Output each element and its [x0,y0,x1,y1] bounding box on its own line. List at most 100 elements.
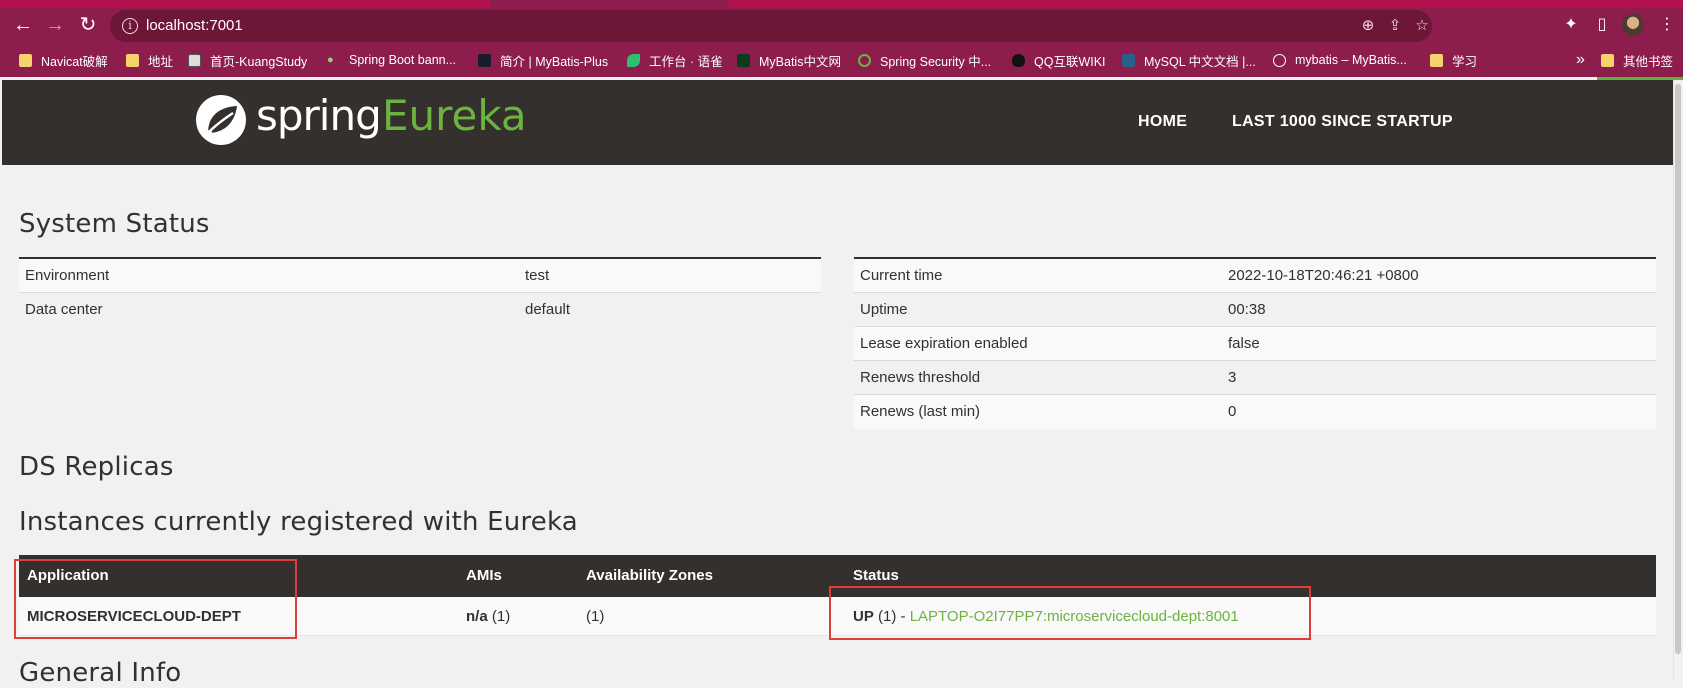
tab-strip-right [728,0,1683,8]
bookmark-label: 地址 [148,54,174,69]
bookmark-label: MySQL 中文文档 |... [1144,54,1256,69]
system-status-heading: System Status [19,209,210,239]
logo-eureka-text[interactable]: Eureka [382,91,527,140]
status-count: (1) - [878,608,906,625]
table-row: MICROSERVICECLOUD-DEPT n/a (1) (1) UP (1… [19,597,1656,636]
amis-cell: n/a (1) [466,608,510,625]
bookmark-label: Spring Security 中... [880,54,992,69]
bookmark-item[interactable]: MySQL 中文文档 |... [1122,51,1256,69]
bookmark-item[interactable]: 工作台 · 语雀 [627,51,723,69]
globe-icon [1273,53,1286,67]
row-key: Renews threshold [860,369,981,386]
instances-table-header: Application AMIs Availability Zones Stat… [19,555,1656,597]
row-value: 3 [1228,369,1237,386]
bookmark-label: 简介 | MyBatis-Plus [500,54,609,69]
zoom-icon[interactable]: ⊕ [1358,16,1378,36]
row-key: Renews (last min) [860,403,981,420]
row-value: default [525,301,571,318]
column-header-amis: AMIs [466,567,502,584]
bookmarks-overflow-chevron-icon[interactable]: » [1576,51,1585,69]
back-arrow-icon[interactable]: ← [10,12,36,38]
bookmark-label: QQ互联WIKI [1034,54,1106,69]
side-panel-icon[interactable]: ▯ [1590,13,1614,37]
bookmark-label: MyBatis中文网 [759,54,841,69]
address-bar[interactable]: i localhost:7001 ⊕ ⇪ ☆ [110,10,1432,42]
reload-icon[interactable]: ↻ [75,12,101,38]
row-key: Lease expiration enabled [860,335,1028,352]
table-row: Renews threshold 3 [854,361,1656,395]
folder-icon [19,53,32,67]
mybatis-favicon-icon [737,53,750,67]
tab-strip-left [0,0,490,8]
mybatis-plus-favicon-icon [478,53,491,67]
instances-heading: Instances currently registered with Eure… [19,507,578,537]
nav-last-1000-link[interactable]: LAST 1000 SINCE STARTUP [1232,113,1453,131]
folder-icon [126,53,139,67]
yuque-favicon-icon [627,53,640,67]
status-up-badge: UP [853,608,874,625]
row-key: Environment [25,267,110,284]
row-value: false [1228,335,1260,352]
amis-count: (1) [491,608,511,625]
table-row: Lease expiration enabled false [854,327,1656,361]
general-info-heading: General Info [19,658,182,688]
bookmark-label: 首页-KuangStudy [210,54,308,69]
spring-security-favicon-icon [858,53,871,67]
profile-avatar[interactable] [1622,14,1644,36]
bookmarks-bar: Navicat破解 地址 首页-KuangStudy ● Spring Boot … [0,43,1683,77]
bookmark-label: 学习 [1452,54,1478,69]
bookmark-label: mybatis – MyBatis... [1295,53,1407,67]
forward-arrow-icon[interactable]: → [42,12,68,38]
row-value: test [525,267,550,284]
other-bookmarks[interactable]: 其他书签 [1601,51,1673,69]
folder-icon [1430,53,1443,67]
bookmark-item[interactable]: ● Spring Boot bann... [327,51,456,69]
extensions-puzzle-icon[interactable]: ✦ [1559,13,1583,37]
nav-home-link[interactable]: HOME [1138,113,1187,131]
application-name: MICROSERVICECLOUD-DEPT [27,608,241,625]
instance-link[interactable]: LAPTOP-O2I77PP7:microservicecloud-dept:8… [910,608,1239,625]
table-row: Uptime 00:38 [854,293,1656,327]
bookmark-item[interactable]: MyBatis中文网 [737,51,841,69]
eureka-navbar: spring Eureka HOME LAST 1000 SINCE START… [2,80,1673,165]
column-header-application: Application [27,567,109,584]
bookmark-item[interactable]: 首页-KuangStudy [188,51,307,69]
row-value: 0 [1228,403,1237,420]
logo-spring-text[interactable]: spring [256,91,382,140]
row-key: Current time [860,267,943,284]
instances-table: Application AMIs Availability Zones Stat… [19,555,1656,636]
spring-leaf-logo-icon[interactable] [195,94,247,146]
amis-value: n/a [466,608,488,625]
status-cell: UP (1) - LAPTOP-O2I77PP7:microserviceclo… [853,608,1239,625]
row-key: Data center [25,301,103,318]
scrollbar-thumb[interactable] [1675,84,1681,654]
qq-favicon-icon [1012,53,1025,67]
bookmark-item[interactable]: 简介 | MyBatis-Plus [478,51,608,69]
row-value: 2022-10-18T20:46:21 +0800 [1228,267,1419,284]
share-icon[interactable]: ⇪ [1385,16,1405,36]
row-key: Uptime [860,301,908,318]
table-row: Current time 2022-10-18T20:46:21 +0800 [854,259,1656,293]
table-row: Environment test [19,259,821,293]
zones-cell: (1) [586,608,605,625]
kuangstudy-favicon-icon [188,53,201,67]
star-bookmark-icon[interactable]: ☆ [1412,16,1432,36]
status-table: Current time 2022-10-18T20:46:21 +0800 U… [854,257,1656,429]
kebab-menu-icon[interactable]: ⋮ [1655,13,1679,37]
bookmark-item[interactable]: 地址 [126,51,173,69]
environment-table: Environment test Data center default [19,257,821,327]
bookmark-label: Spring Boot bann... [349,53,457,67]
bookmark-label: 工作台 · 语雀 [649,54,723,69]
row-value: 00:38 [1228,301,1266,318]
ds-replicas-heading: DS Replicas [19,452,174,482]
bookmark-item[interactable]: QQ互联WIKI [1012,51,1106,69]
column-header-status: Status [853,567,899,584]
table-row: Data center default [19,293,821,327]
address-url[interactable]: localhost:7001 [146,17,243,34]
bookmark-item[interactable]: 学习 [1430,51,1477,69]
bookmark-item[interactable]: Spring Security 中... [858,51,991,69]
bookmark-item[interactable]: mybatis – MyBatis... [1273,51,1407,69]
bookmark-item[interactable]: Navicat破解 [19,51,108,69]
bookmark-label: Navicat破解 [41,54,108,69]
site-info-icon[interactable]: i [122,18,138,34]
